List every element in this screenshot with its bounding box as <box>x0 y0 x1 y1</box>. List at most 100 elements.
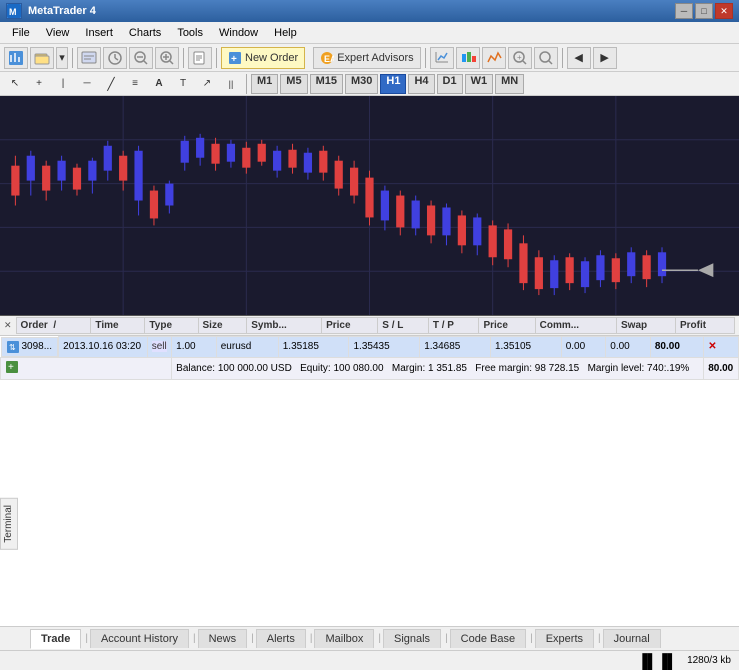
tab-news[interactable]: News <box>198 629 248 648</box>
tab-account-history[interactable]: Account History <box>90 629 189 648</box>
toolbar-back[interactable]: ◀ <box>567 47 591 69</box>
menu-help[interactable]: Help <box>266 25 305 41</box>
svg-text:+: + <box>517 53 522 62</box>
terminal-header: ✕ Order / Time Type Size Symb... Price S… <box>0 316 739 336</box>
menu-tools[interactable]: Tools <box>169 25 211 41</box>
tab-code-base[interactable]: Code Base <box>450 629 526 648</box>
toolbar-sep-2 <box>183 48 184 68</box>
line-tool[interactable]: | <box>52 74 74 94</box>
menu-window[interactable]: Window <box>211 25 266 41</box>
toolbar-zoom-out[interactable] <box>129 47 153 69</box>
col-comm: Comm... <box>535 318 616 334</box>
chart-canvas <box>0 96 739 315</box>
col-swap: Swap <box>617 318 676 334</box>
cell-profit: 80.00 <box>650 337 703 358</box>
text-tool[interactable]: A <box>148 74 170 94</box>
hline-tool[interactable]: ─ <box>76 74 98 94</box>
trend-tool[interactable]: ╱ <box>100 74 122 94</box>
add-icon: + <box>5 360 19 374</box>
tab-alerts[interactable]: Alerts <box>256 629 306 648</box>
app-icon: M <box>6 3 22 19</box>
order-icon: ⇅ <box>6 340 20 354</box>
menu-view[interactable]: View <box>38 25 78 41</box>
tf-d1[interactable]: D1 <box>437 74 463 94</box>
tab-signals[interactable]: Signals <box>383 629 441 648</box>
balance-profit: 80.00 <box>704 357 739 379</box>
toolbar-open[interactable] <box>30 47 54 69</box>
menu-bar: File View Insert Charts Tools Window Hel… <box>0 22 739 44</box>
status-bar: ▐▌▐▌ 1280/3 kb <box>0 650 739 670</box>
cell-swap: 0.00 <box>606 337 651 358</box>
toolbar-navigator[interactable] <box>103 47 127 69</box>
toolbar-zoom2[interactable] <box>534 47 558 69</box>
toolbar-templates[interactable] <box>188 47 212 69</box>
crosshair-tool[interactable]: + <box>28 74 50 94</box>
main-content: File View Insert Charts Tools Window Hel… <box>0 22 739 670</box>
tf-h1[interactable]: H1 <box>380 74 406 94</box>
col-price: Price <box>322 318 378 334</box>
tf-m15[interactable]: M15 <box>310 74 343 94</box>
col-order: Order / <box>16 318 91 334</box>
chart-area[interactable] <box>0 96 739 316</box>
toolbar-zoom[interactable]: + <box>508 47 532 69</box>
toolbar-signals[interactable] <box>482 47 506 69</box>
maximize-button[interactable]: □ <box>695 3 713 19</box>
toolbar-profiles[interactable] <box>77 47 101 69</box>
toolbar-zoom-in[interactable] <box>155 47 179 69</box>
fibonacci-tool[interactable]: ≡ <box>124 74 146 94</box>
new-order-button[interactable]: + New Order <box>221 47 305 69</box>
tab-mailbox[interactable]: Mailbox <box>314 629 374 648</box>
toolbar-main: ▾ + New Order EA Expert Advisors <box>0 44 739 72</box>
close-terminal-icon[interactable]: ✕ <box>4 320 12 331</box>
toolbar-sep-4 <box>307 47 311 69</box>
trade-rows: ⇅ 3098... 2013.10.16 03:20 sell 1.00 eur… <box>0 336 739 380</box>
toolbar-dropdown-arrow[interactable]: ▾ <box>56 47 68 69</box>
toolbar-history[interactable] <box>430 47 454 69</box>
toolbar-trade[interactable] <box>456 47 480 69</box>
cursor-tool[interactable]: ↖ <box>4 74 26 94</box>
cell-commission: 0.00 <box>561 337 606 358</box>
trade-table-header: Order / Time Type Size Symb... Price S /… <box>16 317 735 334</box>
col-curr-price: Price <box>479 318 535 334</box>
minimize-button[interactable]: ─ <box>675 3 693 19</box>
tf-mn[interactable]: MN <box>495 74 524 94</box>
sidebar-terminal-label[interactable]: Terminal <box>0 498 18 550</box>
tab-journal[interactable]: Journal <box>603 629 661 648</box>
svg-text:⇅: ⇅ <box>9 343 16 352</box>
cell-order: ⇅ 3098... <box>1 337 59 357</box>
balance-text: Balance: 100 000.00 USD Equity: 100 080.… <box>172 357 704 379</box>
terminal-panel: ✕ Order / Time Type Size Symb... Price S… <box>0 316 739 626</box>
cell-time: 2013.10.16 03:20 <box>59 337 148 358</box>
memory-status: 1280/3 kb <box>687 655 731 666</box>
toolbar-forward[interactable]: ▶ <box>593 47 617 69</box>
tf-w1[interactable]: W1 <box>465 74 494 94</box>
svg-text:EA: EA <box>324 54 334 64</box>
balance-icon-cell: + <box>1 357 172 379</box>
col-size: Size <box>198 318 247 334</box>
arrow-tool[interactable]: ↗ <box>196 74 218 94</box>
toolbar-sep-5 <box>425 48 426 68</box>
toolbar-drawing: ↖ + | ─ ╱ ≡ A T ↗ || M1 M5 M15 M30 H1 H4… <box>0 72 739 96</box>
cell-close[interactable]: ✕ <box>704 337 739 358</box>
menu-charts[interactable]: Charts <box>121 25 169 41</box>
tf-m30[interactable]: M30 <box>345 74 378 94</box>
svg-text:+: + <box>8 362 14 373</box>
tf-m1[interactable]: M1 <box>251 74 278 94</box>
menu-insert[interactable]: Insert <box>77 25 121 41</box>
tf-h4[interactable]: H4 <box>408 74 434 94</box>
tab-trade[interactable]: Trade <box>30 629 81 649</box>
balance-row: + Balance: 100 000.00 USD Equity: 100 08… <box>1 357 739 379</box>
toolbar-new-chart[interactable] <box>4 47 28 69</box>
table-row[interactable]: ⇅ 3098... 2013.10.16 03:20 sell 1.00 eur… <box>1 337 739 358</box>
close-button[interactable]: ✕ <box>715 3 733 19</box>
tf-m5[interactable]: M5 <box>280 74 307 94</box>
cell-sl: 1.35435 <box>349 337 420 358</box>
label-tool[interactable]: T <box>172 74 194 94</box>
period-sep-tool[interactable]: || <box>220 74 242 94</box>
expert-advisors-button[interactable]: EA Expert Advisors <box>313 47 420 69</box>
tab-experts[interactable]: Experts <box>535 629 594 648</box>
bottom-tabs: Trade | Account History | News | Alerts … <box>0 626 739 650</box>
menu-file[interactable]: File <box>4 25 38 41</box>
window-controls: ─ □ ✕ <box>675 3 733 19</box>
cell-size: 1.00 <box>172 337 217 358</box>
